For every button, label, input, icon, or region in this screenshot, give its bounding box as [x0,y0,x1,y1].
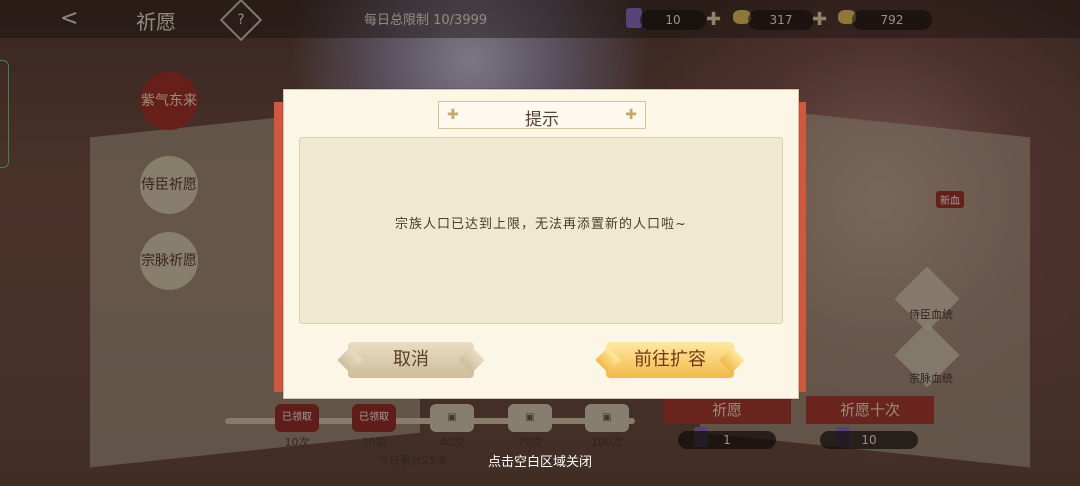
dialog-title: 提示 [525,110,559,130]
dialog-message: 宗族人口已达到上限，无法再添置新的人口啦~ [395,217,687,232]
dialog-header: ✚ 提示 ✚ [438,101,646,130]
dialog-body: 宗族人口已达到上限，无法再添置新的人口啦~ [299,137,783,324]
prompt-dialog: ✚ 提示 ✚ 宗族人口已达到上限，无法再添置新的人口啦~ 取消 前往扩容 [283,89,799,399]
close-hint: 点击空白区域关闭 [487,455,592,470]
cancel-button[interactable]: 取消 [348,342,474,378]
ornament-icon: ✚ [625,107,637,123]
go-expand-button[interactable]: 前往扩容 [606,342,734,378]
